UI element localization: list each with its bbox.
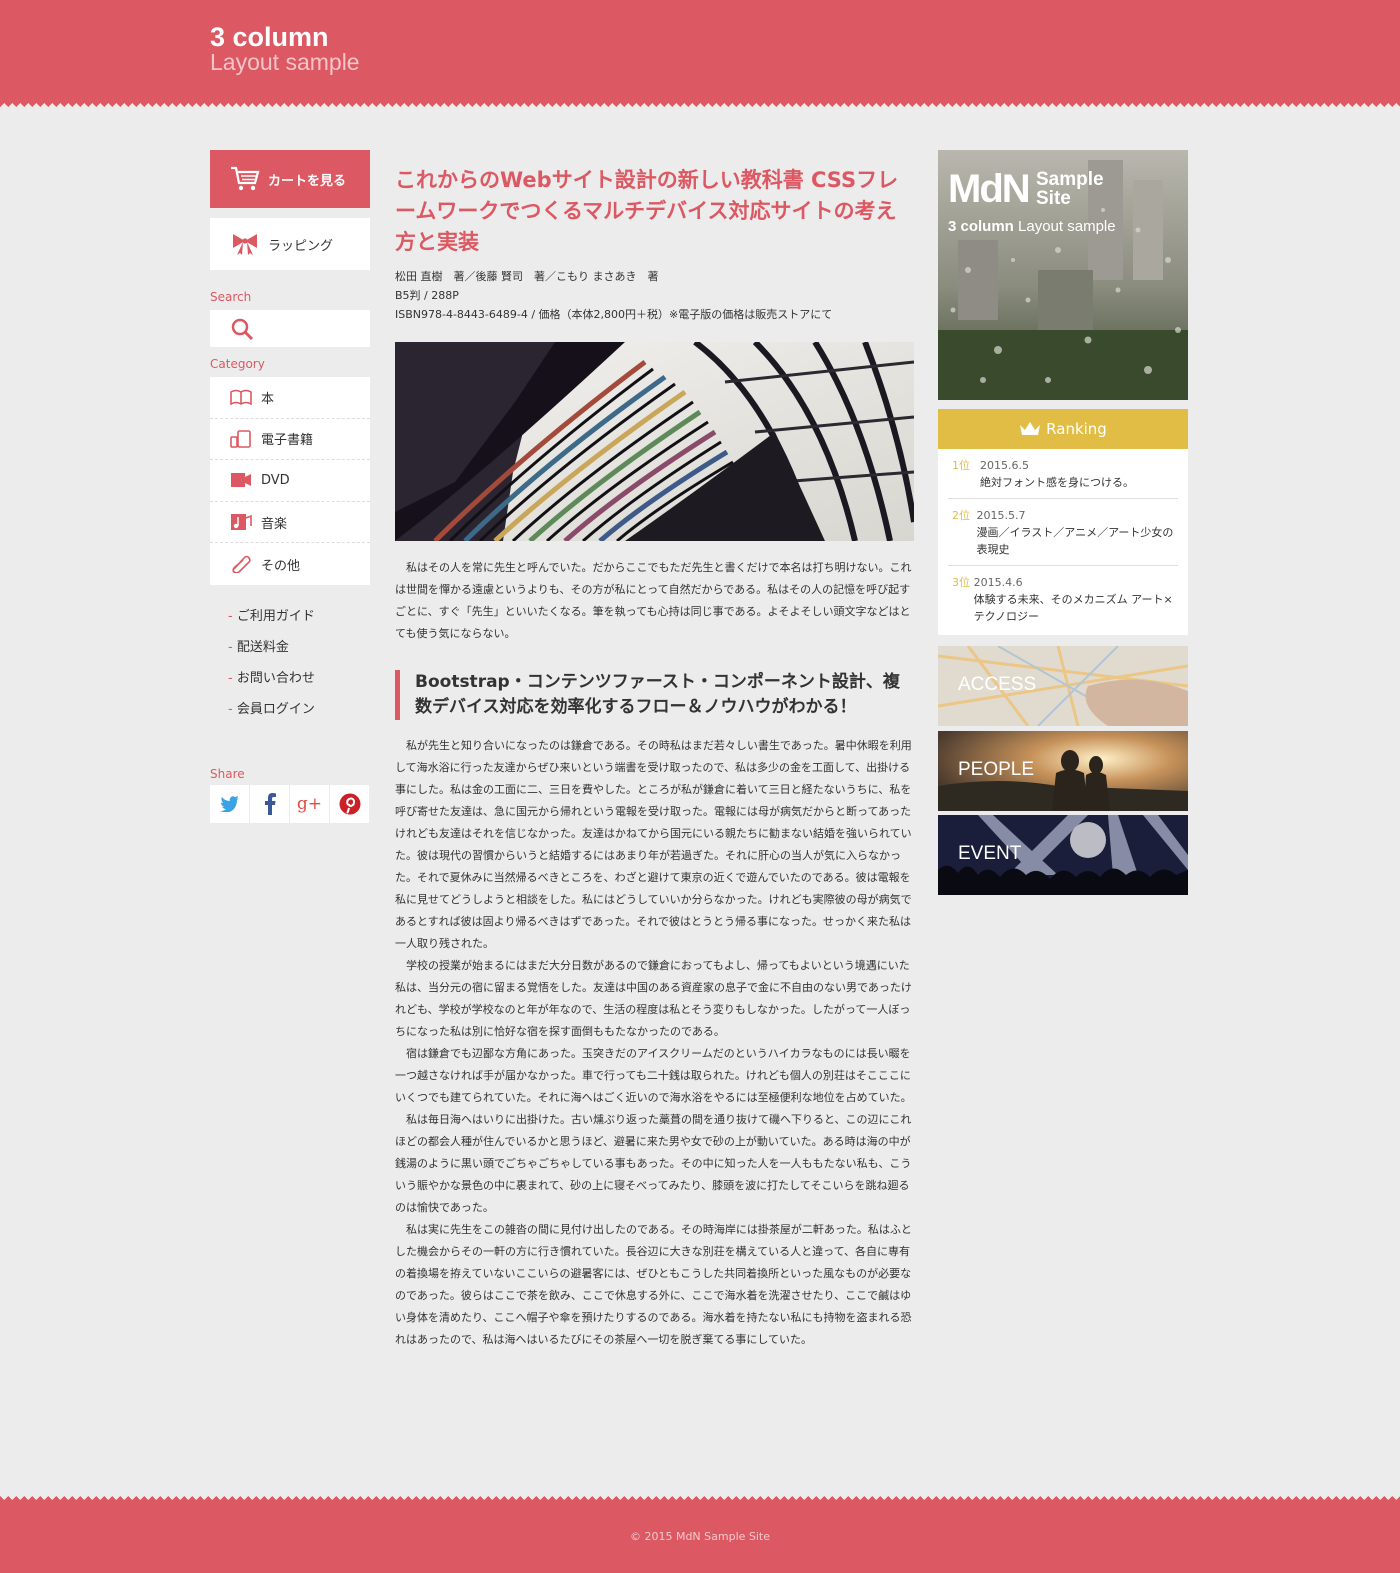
view-cart-button[interactable]: カートを見る — [210, 150, 370, 208]
article-paragraph: 宿は鎌倉でも辺鄙な方角にあった。玉突きだのアイスクリームだのというハイカラなもの… — [395, 1047, 912, 1104]
link-contact[interactable]: お問い合わせ — [228, 668, 315, 699]
promo-banner[interactable]: MdN Sample Site 3 column Layout sample — [938, 150, 1188, 400]
footer-zigzag-edge — [0, 1492, 1400, 1500]
link-usage-guide[interactable]: ご利用ガイド — [228, 606, 315, 637]
link-member-login[interactable]: 会員ログイン — [228, 699, 315, 730]
promo-logo: MdN — [948, 167, 1031, 211]
view-cart-label: カートを見る — [268, 173, 347, 189]
ribbon-icon — [233, 234, 257, 255]
dvd-icon — [231, 473, 251, 488]
category-label: 電子書籍 — [261, 433, 314, 449]
twitter-share-button[interactable] — [210, 785, 249, 823]
ranking-title-text: 絶対フォント感を身につける。 — [980, 476, 1134, 489]
paperclip-icon — [232, 555, 251, 574]
event-banner[interactable]: EVENT — [938, 815, 1188, 895]
ranking-title-text: 体験する未来、そのメカニズム アート×テクノロジー — [973, 593, 1173, 623]
gift-wrapping-label: ラッピング — [268, 238, 334, 254]
category-label: DVD — [261, 472, 290, 488]
twitter-icon — [219, 796, 239, 812]
cart-icon — [231, 166, 260, 191]
library-hero-image — [395, 342, 914, 541]
category-item-music[interactable]: 音楽 — [210, 502, 370, 544]
site-title[interactable]: 3 column — [210, 22, 329, 52]
promo-tagline: 3 column Layout sample — [948, 218, 1116, 235]
book-meta: 松田 直樹 著／後藤 賢司 著／こもり まさあき 著 B5判 / 288P IS… — [395, 267, 915, 324]
search-icon — [231, 318, 254, 340]
category-item-other[interactable]: その他 — [210, 543, 370, 585]
copyright-text: © 2015 MdN Sample Site — [629, 1530, 771, 1543]
header-zigzag-edge — [0, 103, 1400, 111]
share-heading: Share — [210, 767, 245, 781]
facebook-icon — [264, 793, 276, 815]
ranking-item[interactable]: 3位 2015.4.6 体験する未来、そのメカニズム アート×テクノロジー — [948, 566, 1178, 632]
promo-tagline-bold: 3 column — [948, 218, 1014, 235]
book-format: B5判 / 288P — [395, 289, 459, 302]
category-list: 本 電子書籍 DVD 音楽 その他 — [210, 377, 370, 585]
pinterest-icon — [339, 793, 360, 815]
article-subheading: Bootstrap・コンテンツファースト・コンポーネント設計、複数デバイス対応を… — [395, 670, 915, 720]
link-shipping-fee[interactable]: 配送料金 — [228, 637, 315, 668]
category-item-ebook[interactable]: 電子書籍 — [210, 419, 370, 461]
googleplus-share-button[interactable]: g+ — [290, 785, 329, 823]
category-label: 本 — [261, 391, 275, 407]
category-item-dvd[interactable]: DVD — [210, 460, 370, 502]
facebook-share-button[interactable] — [250, 785, 289, 823]
article-paragraph: 私は実に先生をこの雑沓の間に見付け出したのである。その時海岸には掛茶屋が二軒あっ… — [395, 1223, 912, 1346]
site-subtitle: Layout sample — [210, 49, 360, 75]
book-authors: 松田 直樹 著／後藤 賢司 著／こもり まさあき 著 — [395, 270, 659, 283]
gift-wrapping-button[interactable]: ラッピング — [210, 218, 370, 270]
pinterest-share-button[interactable] — [330, 785, 369, 823]
article-paragraph: 私が先生と知り合いになったのは鎌倉である。その時私はまだ若々しい書生であった。暑… — [395, 739, 912, 950]
ranking-date: 2015.5.7 — [976, 509, 1026, 522]
ranking-position: 2位 — [952, 509, 970, 522]
article-title: これからのWebサイト設計の新しい教科書 CSSフレームワークでつくるマルチデバ… — [395, 168, 899, 254]
event-label: EVENT — [958, 843, 1022, 864]
category-label: その他 — [261, 558, 301, 574]
promo-tagline-rest: Layout sample — [1013, 218, 1116, 235]
utility-links: ご利用ガイド 配送料金 お問い合わせ 会員ログイン — [228, 606, 315, 730]
share-buttons: g+ — [210, 785, 370, 823]
ranking-list: 1位 2015.6.5 絶対フォント感を身につける。 2位 2015.5.7 漫画／… — [938, 449, 1188, 635]
article-intro: 私はその人を常に先生と呼んでいた。だからここでもただ先生と書くだけで本名は打ち明… — [395, 561, 912, 640]
ranking-header: Ranking — [938, 409, 1188, 449]
ranking-title: Ranking — [1046, 420, 1107, 438]
book-icon — [230, 389, 252, 406]
book-isbn-price: ISBN978-4-8443-6489-4 / 価格（本体2,800円＋税）※電… — [395, 308, 833, 321]
ranking-item[interactable]: 1位 2015.6.5 絶対フォント感を身につける。 — [948, 449, 1178, 499]
ranking-position: 3位 — [952, 576, 970, 589]
category-heading: Category — [210, 357, 265, 371]
music-icon — [231, 514, 252, 531]
site-header: 3 column Layout sample — [0, 0, 1400, 111]
promo-logo-sub: Sample Site — [1036, 169, 1104, 209]
people-label: PEOPLE — [958, 759, 1035, 780]
category-item-book[interactable]: 本 — [210, 377, 370, 419]
ranking-title-text: 漫画／イラスト／アニメ／アート少女の表現史 — [976, 526, 1174, 556]
ranking-item[interactable]: 2位 2015.5.7 漫画／イラスト／アニメ／アート少女の表現史 — [948, 499, 1178, 566]
tablet-icon — [230, 430, 251, 448]
article-paragraph: 学校の授業が始まるにはまだ大分日数があるので鎌倉におってもよし、帰ってもよいとい… — [395, 959, 912, 1038]
site-footer: © 2015 MdN Sample Site — [0, 1492, 1400, 1573]
category-label: 音楽 — [261, 516, 288, 532]
googleplus-icon: g+ — [296, 794, 323, 814]
article-body: 私が先生と知り合いになったのは鎌倉である。その時私はまだ若々しい書生であった。暑… — [395, 735, 915, 1351]
crown-icon — [1020, 422, 1041, 435]
search-input[interactable] — [210, 310, 370, 347]
ranking-date: 2015.4.6 — [973, 576, 1023, 589]
article-paragraph: 私は毎日海へはいりに出掛けた。古い燻ぶり返った藁葺の間を通り抜けて磯へ下りると、… — [395, 1113, 912, 1214]
access-banner[interactable]: ACCESS — [938, 646, 1188, 726]
access-label: ACCESS — [958, 674, 1037, 695]
ranking-position: 1位 — [952, 459, 970, 472]
search-heading: Search — [210, 290, 252, 304]
ranking-date: 2015.6.5 — [980, 459, 1029, 472]
people-banner[interactable]: PEOPLE — [938, 731, 1188, 811]
